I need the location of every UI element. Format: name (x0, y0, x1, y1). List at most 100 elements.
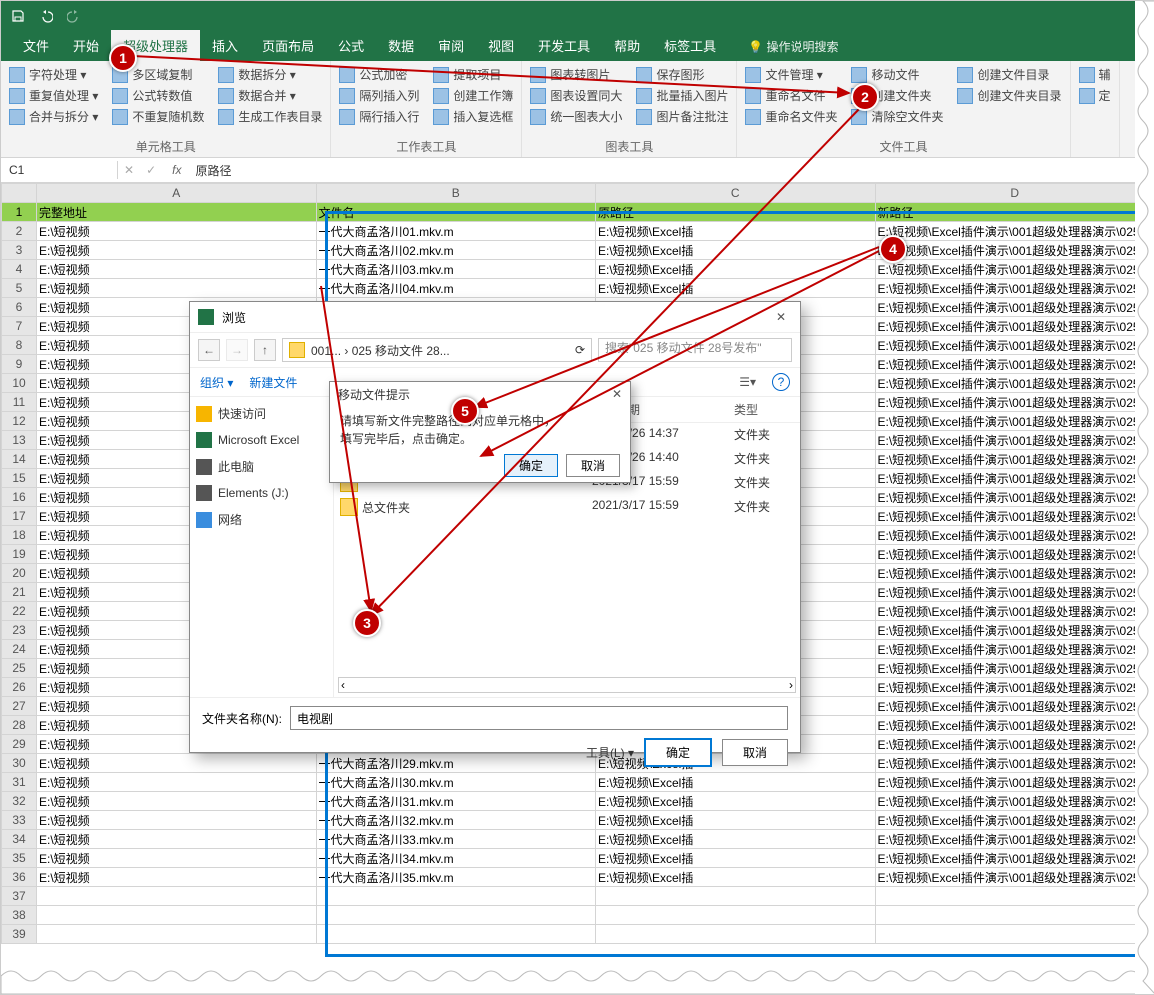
cell[interactable] (596, 925, 876, 944)
row-header[interactable]: 15 (2, 469, 37, 488)
cell[interactable]: E:\短视频\Excel插件演示\001超级处理器演示\025 移动文件 28号… (875, 697, 1154, 716)
ribbon-cmd[interactable]: 统一图表大小 (528, 107, 624, 126)
cell[interactable]: E:\短视频\Excel插件演示\001超级处理器演示\025 移动文件 28号… (875, 716, 1154, 735)
msg-cancel-button[interactable]: 取消 (566, 454, 620, 477)
tab-6[interactable]: 数据 (376, 30, 426, 61)
ribbon-cmd[interactable]: 定 (1077, 86, 1113, 105)
cell[interactable] (316, 906, 596, 925)
sidebar-item[interactable]: 快速访问 (196, 405, 327, 422)
cell[interactable]: E:\短视频 (37, 811, 317, 830)
row-header[interactable]: 34 (2, 830, 37, 849)
ribbon-cmd[interactable]: 提取项目 (431, 65, 515, 84)
cell[interactable]: E:\短视频\Excel插件演示\001超级处理器演示\025 移动文件 28号… (875, 431, 1154, 450)
close-icon[interactable]: ✕ (770, 310, 792, 324)
cell[interactable]: 一代大商孟洛川04.mkv.m (316, 279, 596, 298)
cell[interactable]: E:\短视频\Excel插 (596, 222, 876, 241)
forward-icon[interactable]: → (226, 339, 248, 361)
cell[interactable]: E:\短视频 (37, 792, 317, 811)
row-header[interactable]: 29 (2, 735, 37, 754)
cell[interactable]: E:\短视频\Excel插件演示\001超级处理器演示\025 移动文件 28号… (875, 507, 1154, 526)
cell[interactable]: E:\短视频\Excel插件演示\001超级处理器演示\025 移动文件 28号… (875, 450, 1154, 469)
row-header[interactable]: 9 (2, 355, 37, 374)
close-icon[interactable]: ✕ (612, 387, 622, 401)
cell[interactable]: E:\短视频\Excel插件演示\001超级处理器演示\025 移动文件 28号… (875, 735, 1154, 754)
file-row[interactable]: 总文件夹2021/3/17 15:59文件夹 (334, 495, 800, 519)
browse-cancel-button[interactable]: 取消 (722, 739, 788, 766)
cell[interactable]: E:\短视频\Excel插件演示\001超级处理器演示\025 移动文件 28号… (875, 317, 1154, 336)
sidebar-item[interactable]: 网络 (196, 511, 327, 528)
cell[interactable]: E:\短视频\Excel插 (596, 279, 876, 298)
cell[interactable]: E:\短视频\Excel插件演示\001超级处理器演示\025 移动文件 28号… (875, 792, 1154, 811)
col-header[interactable]: A (37, 184, 317, 203)
cell[interactable]: E:\短视频 (37, 241, 317, 260)
cell[interactable]: E:\短视频\Excel插件演示\001超级处理器演示\025 移动文件 28号… (875, 279, 1154, 298)
refresh-icon[interactable]: ⟳ (575, 343, 585, 357)
cell[interactable]: E:\短视频\Excel插件演示\001超级处理器演示\025 移动文件 28号… (875, 222, 1154, 241)
row-header[interactable]: 23 (2, 621, 37, 640)
ribbon-cmd[interactable]: 公式加密 (337, 65, 421, 84)
row-header[interactable]: 6 (2, 298, 37, 317)
row-header[interactable]: 33 (2, 811, 37, 830)
ribbon-cmd[interactable]: 图表设置同大 (528, 86, 624, 105)
cell[interactable] (37, 925, 317, 944)
ribbon-cmd[interactable]: 辅 (1077, 65, 1113, 84)
h-scrollbar[interactable]: ‹› (338, 677, 796, 693)
row-header[interactable]: 2 (2, 222, 37, 241)
row-header[interactable]: 8 (2, 336, 37, 355)
cell[interactable]: E:\短视频\Excel插件演示\001超级处理器演示\025 移动文件 28号… (875, 336, 1154, 355)
filename-input[interactable] (290, 706, 788, 730)
tab-0[interactable]: 文件 (11, 30, 61, 61)
cell[interactable]: E:\短视频\Excel插 (596, 811, 876, 830)
col-type[interactable]: 类型 (728, 397, 800, 422)
ribbon-cmd[interactable]: 移动文件 (849, 65, 945, 84)
cell[interactable]: 一代大商孟洛川32.mkv.m (316, 811, 596, 830)
back-icon[interactable]: ← (198, 339, 220, 361)
ribbon-cmd[interactable]: 合并与拆分 ▾ (7, 107, 100, 126)
ribbon-cmd[interactable]: 隔列插入列 (337, 86, 421, 105)
tab-4[interactable]: 页面布局 (250, 30, 326, 61)
row-header[interactable]: 19 (2, 545, 37, 564)
cell[interactable]: 一代大商孟洛川03.mkv.m (316, 260, 596, 279)
tab-10[interactable]: 帮助 (602, 30, 652, 61)
cell[interactable] (596, 887, 876, 906)
cell[interactable]: E:\短视频\Excel插件演示\001超级处理器演示\025 移动文件 28号… (875, 374, 1154, 393)
ribbon-cmd[interactable]: 数据拆分 ▾ (216, 65, 324, 84)
cell[interactable]: E:\短视频\Excel插 (596, 773, 876, 792)
cell[interactable]: E:\短视频 (37, 849, 317, 868)
ribbon-cmd[interactable]: 公式转数值 (110, 86, 206, 105)
formula-input[interactable]: 原路径 (191, 160, 235, 181)
row-header[interactable]: 24 (2, 640, 37, 659)
ribbon-cmd[interactable]: 图片备注批注 (634, 107, 730, 126)
accept-fx-icon[interactable]: ✓ (140, 163, 162, 177)
ribbon-cmd[interactable]: 批量插入图片 (634, 86, 730, 105)
cell[interactable]: E:\短视频\Excel插件演示\001超级处理器演示\025 移动文件 28号… (875, 678, 1154, 697)
cell[interactable]: E:\短视频\Excel插件演示\001超级处理器演示\025 移动文件 28号… (875, 545, 1154, 564)
row-header[interactable]: 28 (2, 716, 37, 735)
cell[interactable] (316, 887, 596, 906)
cell[interactable]: E:\短视频\Excel插件演示\001超级处理器演示\025 移动文件 28号… (875, 298, 1154, 317)
row-header[interactable]: 30 (2, 754, 37, 773)
sidebar-item[interactable]: 此电脑 (196, 458, 327, 475)
cell[interactable]: E:\短视频\Excel插 (596, 260, 876, 279)
cell[interactable]: 新路径 (875, 203, 1154, 222)
tools-dropdown[interactable]: 工具(L) ▾ (586, 744, 634, 761)
col-header[interactable]: C (596, 184, 876, 203)
help-icon[interactable]: ? (772, 373, 790, 391)
ribbon-cmd[interactable]: 创建文件目录 (955, 65, 1063, 84)
cell[interactable]: E:\短视频\Excel插件演示\001超级处理器演示\025 移动文件 28号… (875, 469, 1154, 488)
up-icon[interactable]: ↑ (254, 339, 276, 361)
row-header[interactable]: 14 (2, 450, 37, 469)
cell[interactable]: E:\短视频\Excel插 (596, 241, 876, 260)
row-header[interactable]: 36 (2, 868, 37, 887)
cell[interactable] (875, 887, 1154, 906)
row-header[interactable]: 16 (2, 488, 37, 507)
cell[interactable]: 一代大商孟洛川34.mkv.m (316, 849, 596, 868)
ribbon-cmd[interactable]: 创建工作簿 (431, 86, 515, 105)
cell[interactable]: 原路径 (596, 203, 876, 222)
row-header[interactable]: 10 (2, 374, 37, 393)
cell[interactable]: E:\短视频\Excel插件演示\001超级处理器演示\025 移动文件 28号… (875, 811, 1154, 830)
ribbon-cmd[interactable]: 重命名文件 (743, 86, 839, 105)
organize-button[interactable]: 组织 ▾ (200, 374, 233, 391)
cell[interactable]: 一代大商孟洛川31.mkv.m (316, 792, 596, 811)
cell[interactable]: E:\短视频\Excel插件演示\001超级处理器演示\025 移动文件 28号… (875, 393, 1154, 412)
